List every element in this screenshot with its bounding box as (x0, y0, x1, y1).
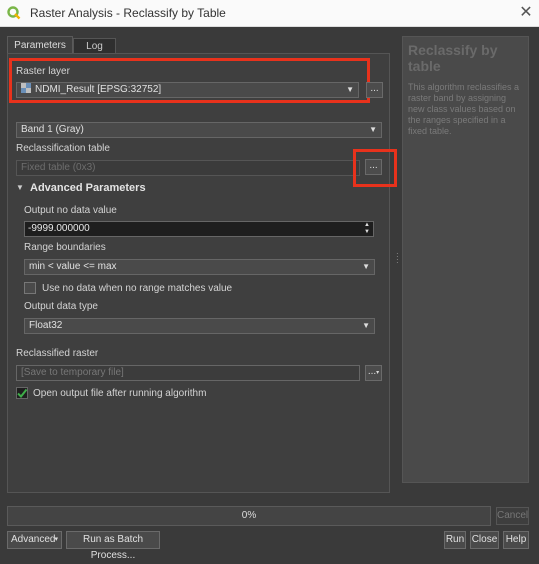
raster-layer-label: Raster layer (16, 66, 70, 77)
reclass-table-field: Fixed table (0x3) (16, 160, 360, 176)
advanced-button[interactable]: Advanced ▾ (7, 531, 62, 549)
raster-layer-combo[interactable]: NDMI_Result [EPSG:32752] ▼ (16, 82, 359, 98)
output-type-combo[interactable]: Float32 ▼ (24, 318, 375, 334)
run-batch-button[interactable]: Run as Batch Process... (66, 531, 160, 561)
checkmark-icon (17, 388, 28, 399)
band-value: Band 1 (Gray) (21, 124, 84, 135)
output-type-value: Float32 (29, 320, 63, 331)
chevron-down-icon: ▼ (362, 321, 370, 330)
chevron-down-icon: ▼ (369, 125, 377, 134)
reclass-table-label: Reclassification table (16, 143, 110, 154)
reclassified-raster-label: Reclassified raster (16, 348, 99, 359)
progress-text: 0% (241, 510, 257, 521)
raster-layer-icon (21, 83, 31, 93)
close-button[interactable]: Close (470, 531, 499, 549)
nodata-match-checkbox[interactable] (24, 282, 36, 294)
nodata-value: -9999.000000 (28, 223, 90, 234)
help-title: Reclassify by table (408, 42, 498, 74)
tab-log[interactable]: Log (73, 38, 116, 54)
qgis-logo-icon (7, 6, 21, 20)
chevron-down-icon: ▾ (54, 536, 58, 543)
chevron-down-icon: ▼ (362, 262, 370, 271)
spin-arrows-icon[interactable]: ▲ ▼ (364, 222, 370, 236)
reclassified-raster-menu-button[interactable]: ...▾ (365, 365, 382, 381)
chevron-down-icon: ▾ (376, 370, 380, 376)
help-button[interactable]: Help (503, 531, 529, 549)
output-type-label: Output data type (24, 301, 98, 312)
open-output-checkbox[interactable] (16, 387, 28, 399)
splitter-handle[interactable]: · · · · (396, 250, 399, 267)
range-combo[interactable]: min < value <= max ▼ (24, 259, 375, 275)
raster-layer-browse-button[interactable]: ... (366, 82, 383, 98)
tab-parameters[interactable]: Parameters (7, 36, 73, 54)
collapse-triangle-icon[interactable]: ▼ (16, 183, 24, 192)
window-title: Raster Analysis - Reclassify by Table (30, 6, 226, 20)
close-window-button[interactable]: ✕ (516, 3, 536, 23)
raster-layer-value: NDMI_Result [EPSG:32752] (35, 84, 162, 95)
cancel-button[interactable]: Cancel (496, 507, 529, 525)
range-label: Range boundaries (24, 242, 106, 253)
open-output-label: Open output file after running algorithm (33, 388, 207, 399)
nodata-label: Output no data value (24, 205, 117, 216)
reclassified-raster-input[interactable]: [Save to temporary file] (16, 365, 360, 381)
progress-bar: 0% (7, 506, 491, 526)
nodata-spinbox[interactable]: -9999.000000 ▲ ▼ (24, 221, 374, 237)
band-combo[interactable]: Band 1 (Gray) ▼ (16, 122, 382, 138)
advanced-parameters-header[interactable]: Advanced Parameters (30, 182, 146, 194)
chevron-down-icon: ▼ (346, 85, 354, 94)
range-value: min < value <= max (29, 261, 117, 272)
nodata-match-label: Use no data when no range matches value (42, 283, 233, 294)
reclass-table-edit-button[interactable]: ... (365, 159, 382, 175)
help-text: This algorithm reclassifies a raster ban… (408, 82, 520, 136)
run-button[interactable]: Run (444, 531, 466, 549)
